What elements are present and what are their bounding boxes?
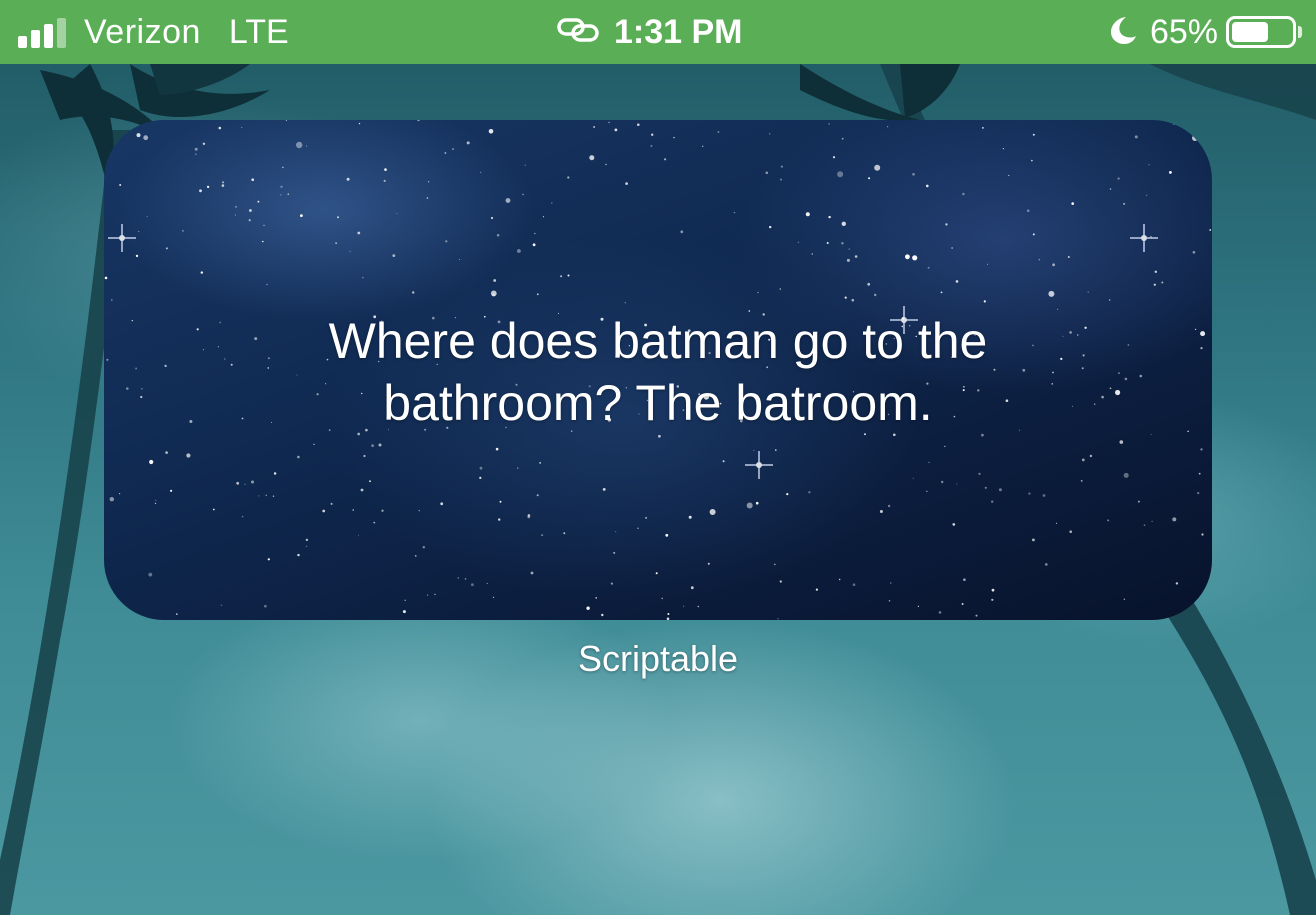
widget-app-label: Scriptable	[577, 638, 739, 679]
joke-text: Where does batman go to the bathroom? Th…	[328, 313, 988, 431]
network-type: LTE	[228, 12, 289, 51]
status-bar: Verizon LTE 1:31 PM 65%	[0, 0, 1316, 64]
battery-icon	[1226, 16, 1296, 48]
battery-level-fill	[1232, 22, 1269, 42]
link-icon	[556, 15, 600, 50]
battery-tip	[1298, 26, 1302, 38]
signal-bars-icon	[18, 16, 66, 48]
battery-percent: 65%	[1149, 12, 1218, 51]
clock-time: 1:31 PM	[614, 12, 743, 51]
moon-icon	[1106, 14, 1138, 51]
scriptable-joke-widget[interactable]: Where does batman go to the bathroom? Th…	[104, 120, 1212, 620]
carrier-name: Verizon	[84, 12, 201, 51]
